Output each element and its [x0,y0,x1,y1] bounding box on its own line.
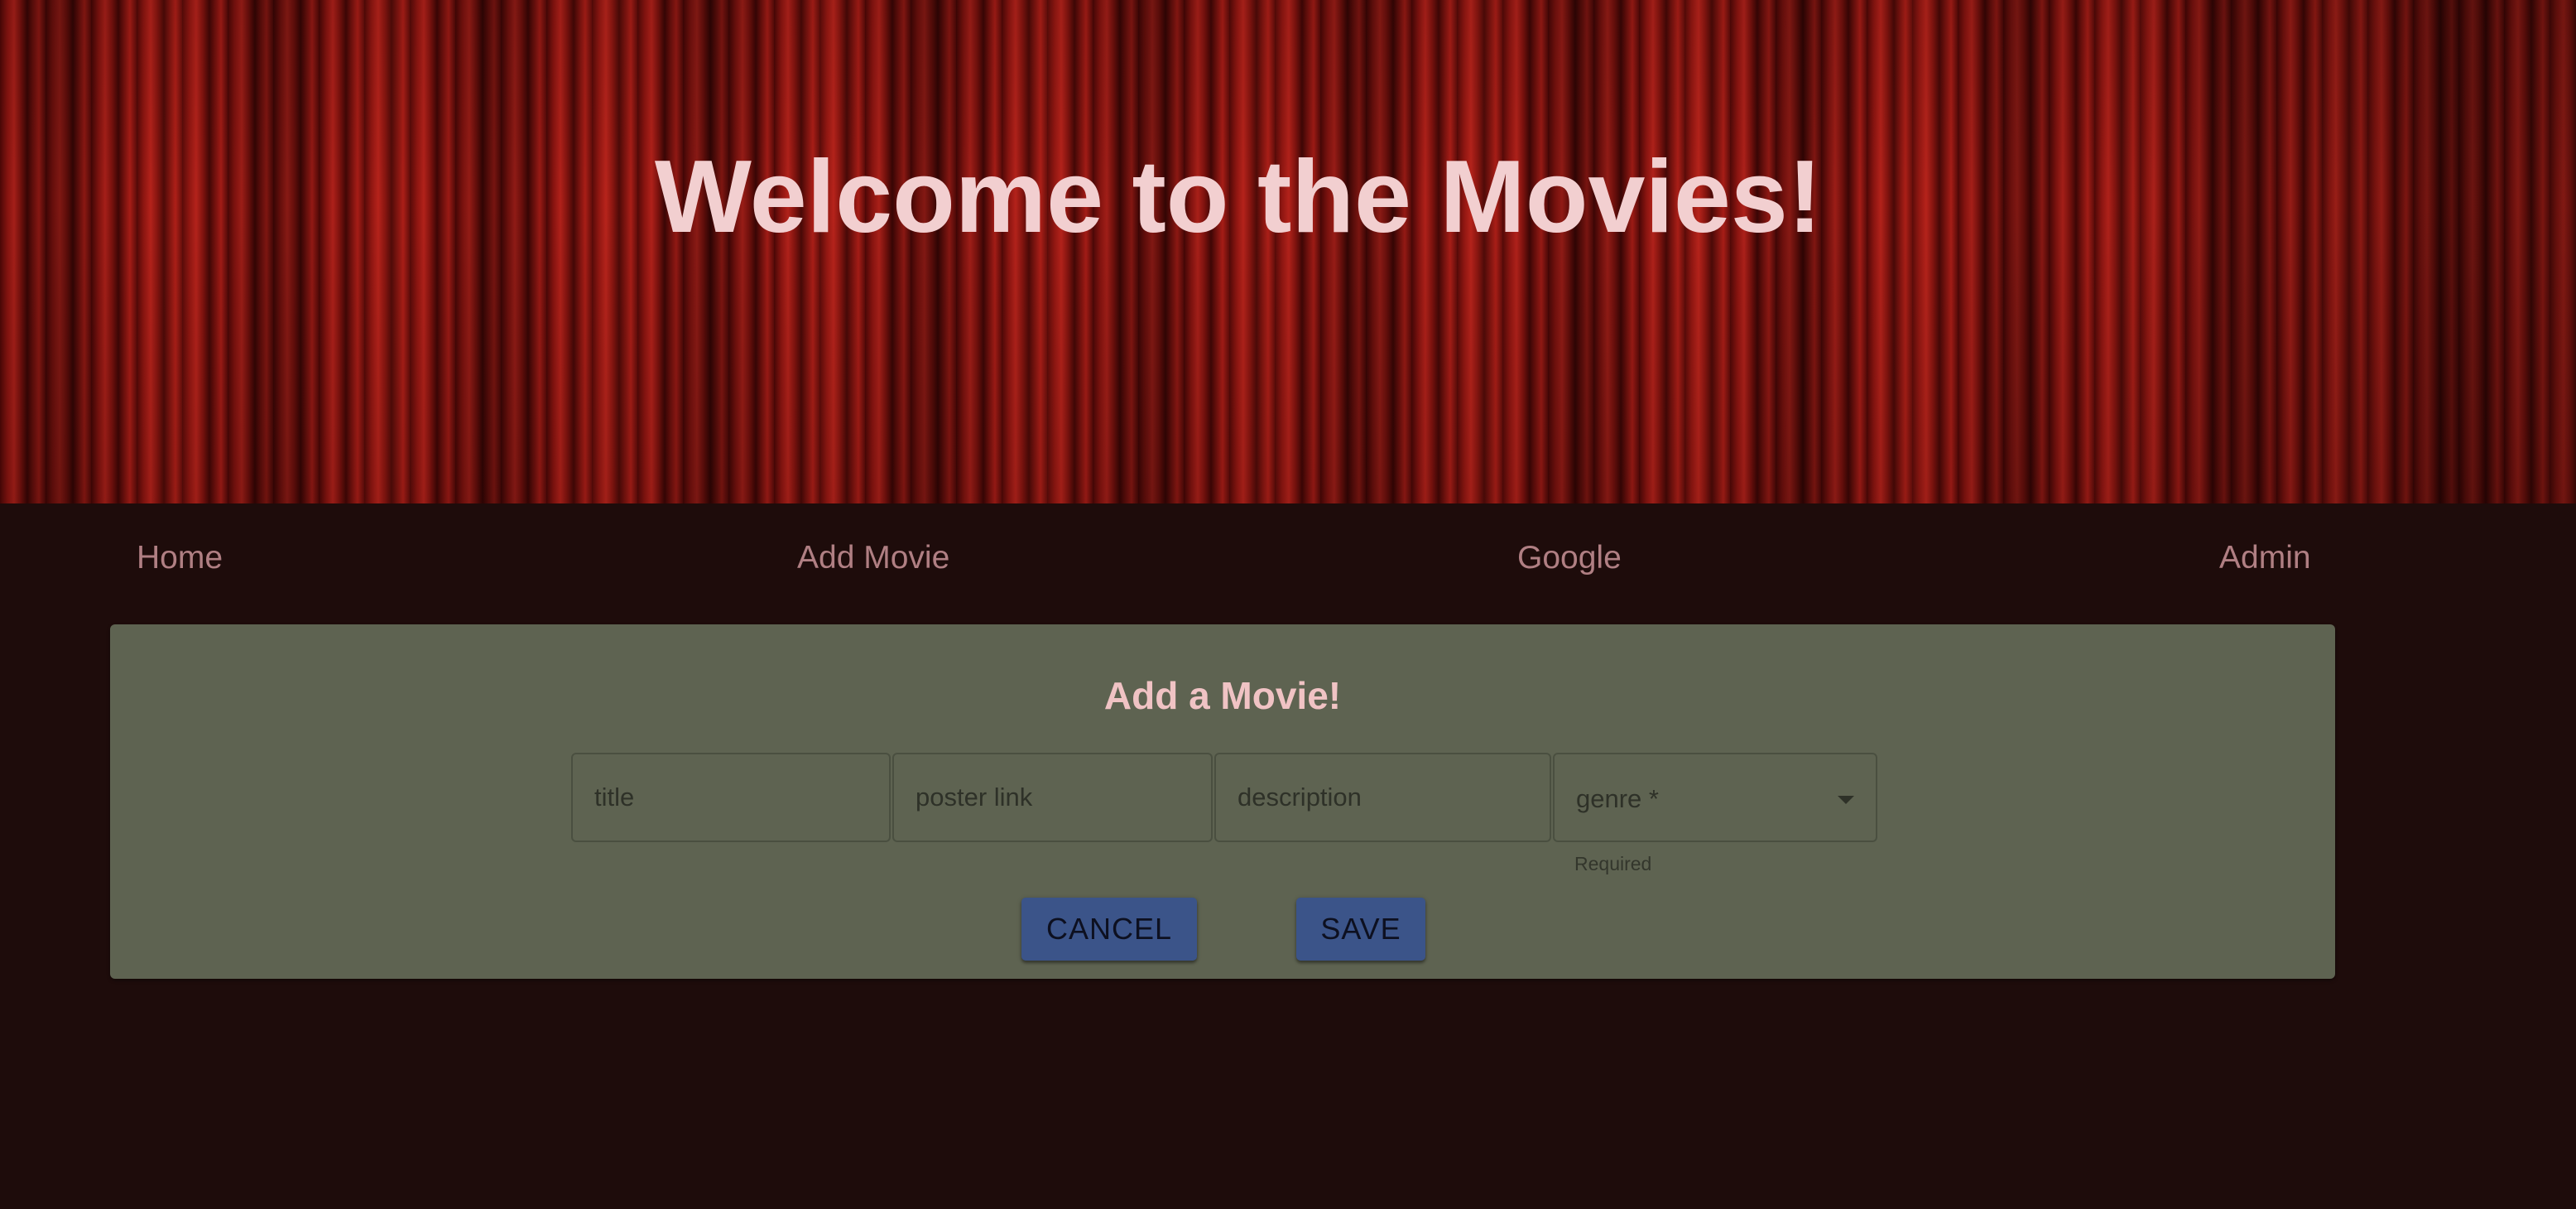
chevron-down-icon [1838,796,1854,804]
genre-helper-text: Required [1574,853,1652,874]
page-title: Welcome to the Movies! [654,140,1823,254]
curtain-banner: Welcome to the Movies! [0,0,2576,503]
nav-link-google[interactable]: Google [1517,533,1622,583]
title-field [571,753,891,842]
nav-link-home[interactable]: Home [137,533,223,583]
poster-link-input[interactable] [894,754,1211,841]
poster-link-field [892,753,1213,842]
genre-select[interactable]: genre * [1553,753,1877,842]
add-movie-form: Add a Movie! genre * Required CANCEL SAV… [110,624,2335,979]
main-nav: Home Add Movie Google Admin [0,503,2576,611]
save-button[interactable]: SAVE [1296,898,1425,961]
title-input[interactable] [573,754,889,841]
cancel-button[interactable]: CANCEL [1021,898,1197,961]
nav-link-admin[interactable]: Admin [2219,533,2311,583]
description-field [1214,753,1551,842]
form-heading: Add a Movie! [1103,674,1342,717]
genre-select-label: genre * [1576,784,1659,813]
description-input[interactable] [1216,754,1550,841]
nav-link-add-movie[interactable]: Add Movie [797,533,949,583]
